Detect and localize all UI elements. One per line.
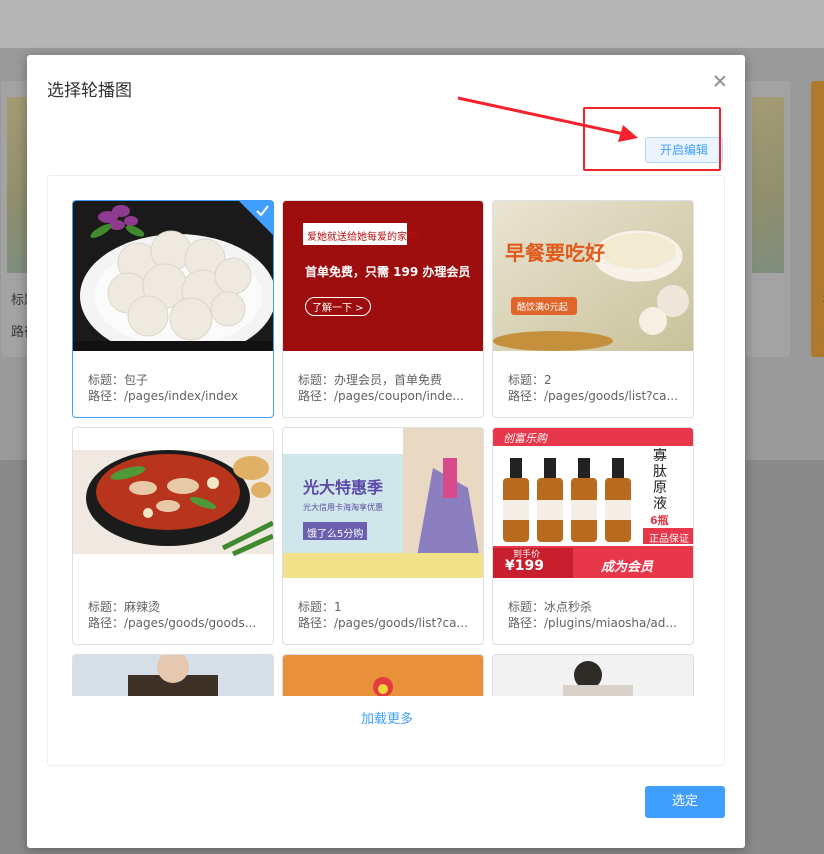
banner-text: 早餐要吃好: [505, 241, 605, 265]
image-card[interactable]: 光大特惠季 光大信用卡海淘享优惠 饿了么5分购 标题：1 路径：/pages/g…: [282, 427, 484, 645]
banner-text: 酷饮满0元起: [517, 303, 568, 313]
background-card-thumbnail: [752, 97, 784, 273]
fashion-photo: [493, 655, 693, 696]
malatang-image: [73, 428, 273, 578]
card-path: 路径：/pages/coupon/inde...: [298, 389, 464, 403]
card-path: 路径：/pages/index/index: [88, 389, 239, 403]
image-card[interactable]: 标题：麻辣烫 路径：/pages/goods/goods...: [72, 427, 274, 645]
card-title: 标题：办理会员，首单免费: [298, 373, 443, 387]
image-card[interactable]: 爱她就送给她每爱的家吧! 首单免费，只需 199 办理会员 了解一下 > 标题：…: [282, 200, 484, 418]
background-card-right-edge: 标 路: [810, 80, 824, 358]
orange-banner-image: [283, 655, 483, 696]
background-header: [0, 0, 824, 48]
membership-image: 爱她就送给她每爱的家吧! 首单免费，只需 199 办理会员 了解一下 >: [283, 201, 483, 351]
banner-text: ¥199: [505, 558, 544, 574]
background-card-thumbnail: [7, 97, 27, 273]
dialog-title: 选择轮播图: [47, 81, 132, 101]
breakfast-image: 早餐要吃好 酷饮满0元起: [493, 201, 693, 351]
banner-text: 成为会员: [601, 560, 654, 575]
background-card-right: [745, 80, 791, 358]
malatang-photo: [73, 428, 273, 578]
carousel-image-panel: 标题：包子 路径：/pages/index/index 爱她就送给她每爱的家吧!…: [47, 175, 725, 766]
card-path: 路径：/pages/goods/list?ca...: [298, 616, 468, 630]
annotation-highlight-box: [583, 107, 721, 171]
fashion-image: [73, 655, 273, 696]
banner-text: 正品保证: [649, 534, 689, 545]
card-title: 标题：包子: [88, 373, 149, 387]
image-grid[interactable]: 标题：包子 路径：/pages/index/index 爱她就送给她每爱的家吧!…: [72, 200, 702, 696]
card-path: 路径：/pages/goods/goods...: [88, 616, 257, 630]
card-path: 路径：/pages/goods/list?ca...: [508, 389, 678, 403]
banner-text: 首单免费，只需 199 办理会员: [305, 265, 471, 279]
banner-text: 6瓶: [650, 514, 669, 527]
card-title: 标题：1: [298, 600, 342, 614]
image-card[interactable]: [282, 654, 484, 696]
check-icon: [256, 205, 269, 217]
confirm-select-button[interactable]: 选定: [645, 786, 725, 818]
banner-text: 了解一下 >: [305, 297, 371, 316]
load-more-link[interactable]: 加载更多: [48, 708, 726, 727]
banner-text: 光大特惠季: [303, 478, 384, 497]
image-card[interactable]: 创富乐购 寡肽原液 6瓶 正品保证 到手价 ¥199 成为会员 标题：冰点秒杀 …: [492, 427, 694, 645]
card-title: 标题：麻辣烫: [88, 600, 161, 614]
card-path: 路径：/plugins/miaosha/ad...: [508, 616, 677, 630]
serum-image: 创富乐购 寡肽原液 6瓶 正品保证 到手价 ¥199 成为会员: [493, 428, 693, 578]
breakfast-banner: [493, 201, 693, 351]
image-card[interactable]: [72, 654, 274, 696]
image-card[interactable]: 早餐要吃好 酷饮满0元起 标题：2 路径：/pages/goods/list?c…: [492, 200, 694, 418]
banner-text: 寡肽原液: [653, 448, 667, 512]
image-card[interactable]: 标题：包子 路径：/pages/index/index: [72, 200, 274, 418]
image-card[interactable]: [492, 654, 694, 696]
card-title: 标题：2: [508, 373, 552, 387]
fashion-photo: [73, 655, 273, 696]
select-carousel-dialog: 选择轮播图 开启编辑 标题：包子 路径：/pages/index/index 爱…: [27, 55, 745, 848]
fashion-image: [493, 655, 693, 696]
banner-text: 饿了么5分购: [307, 529, 364, 540]
orange-banner: [283, 655, 483, 696]
close-icon[interactable]: [711, 73, 729, 91]
card-title: 标题：冰点秒杀: [508, 600, 593, 614]
banner-text: 光大信用卡海淘享优惠: [303, 503, 383, 512]
bank-promo-image: 光大特惠季 光大信用卡海淘享优惠 饿了么5分购: [283, 428, 483, 578]
banner-text: 创富乐购: [503, 432, 547, 445]
banner-text: 爱她就送给她每爱的家吧!: [307, 232, 422, 243]
